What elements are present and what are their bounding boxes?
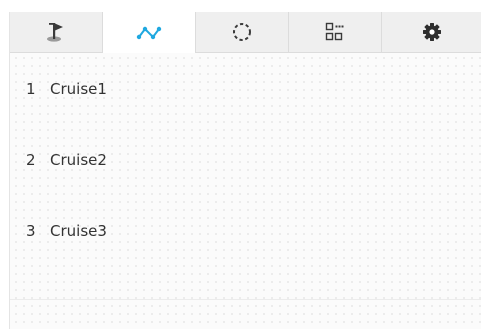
grid-pattern-icon xyxy=(325,22,344,41)
cruise-name: Cruise2 xyxy=(50,150,107,169)
tab-preset[interactable] xyxy=(10,12,103,52)
tab-bar xyxy=(10,12,481,53)
tab-settings[interactable] xyxy=(382,12,481,52)
list-item[interactable]: 1 Cruise1 xyxy=(10,53,481,124)
tab-pattern[interactable] xyxy=(289,12,382,52)
list-item[interactable]: 2 Cruise2 xyxy=(10,124,481,195)
cruise-panel: 1 Cruise1 2 Cruise2 3 Cruise3 xyxy=(9,12,481,329)
cruise-number: 2 xyxy=(26,150,36,169)
list-item[interactable]: 3 Cruise3 xyxy=(10,195,481,266)
cruise-number: 1 xyxy=(26,79,36,98)
zigzag-path-icon xyxy=(136,26,162,39)
divider xyxy=(10,299,481,300)
cruise-name: Cruise3 xyxy=(50,221,107,240)
gear-icon xyxy=(423,23,441,41)
cruise-number: 3 xyxy=(26,221,36,240)
dotted-circle-icon xyxy=(233,23,251,41)
cruise-list: 1 Cruise1 2 Cruise2 3 Cruise3 xyxy=(10,53,481,266)
tab-cruise[interactable] xyxy=(103,12,196,53)
tab-tour[interactable] xyxy=(196,12,289,52)
golf-flag-icon xyxy=(47,23,63,42)
cruise-name: Cruise1 xyxy=(50,79,107,98)
